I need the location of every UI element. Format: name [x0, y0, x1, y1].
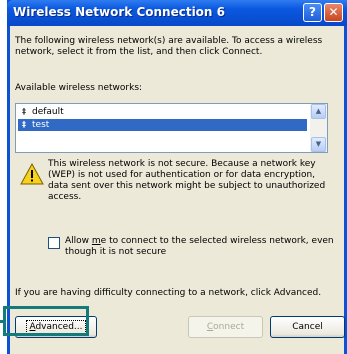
- networks-listbox[interactable]: ‡ default ‡ test ▲ ▼: [15, 103, 328, 153]
- annotation-highlight-box: [3, 306, 89, 336]
- annotation-leader-line: [0, 320, 6, 323]
- difficulty-text: If you are having difficulty connecting …: [15, 288, 322, 298]
- close-button[interactable]: ✕: [324, 3, 343, 22]
- network-item-default[interactable]: ‡ default: [18, 106, 307, 118]
- connect-button-label: Connect: [206, 322, 245, 332]
- allow-insecure-checkbox[interactable]: [48, 237, 60, 249]
- window-title: Wireless Network Connection 6: [13, 5, 225, 19]
- security-warning-text: This wireless network is not secure. Bec…: [48, 159, 326, 202]
- dialog-body: The following wireless network(s) are av…: [10, 26, 345, 354]
- cancel-button[interactable]: Cancel: [270, 316, 345, 338]
- network-name: default: [32, 107, 64, 117]
- scroll-up-icon[interactable]: ▲: [311, 104, 326, 119]
- allow-insecure-label[interactable]: Allow me to connect to the selected wire…: [65, 236, 340, 258]
- connect-button[interactable]: Connect: [188, 316, 263, 338]
- network-item-test[interactable]: ‡ test: [18, 119, 307, 131]
- dialog-window: Wireless Network Connection 6 ? ✕ The fo…: [7, 0, 347, 354]
- available-networks-label: Available wireless networks:: [15, 83, 143, 93]
- scroll-down-icon[interactable]: ▼: [311, 137, 326, 152]
- warning-icon: [20, 163, 44, 185]
- network-name: test: [32, 120, 50, 130]
- intro-text: The following wireless network(s) are av…: [15, 36, 323, 57]
- title-bar[interactable]: Wireless Network Connection 6 ? ✕: [7, 0, 347, 26]
- wireless-signal-icon: ‡: [22, 120, 26, 129]
- wireless-signal-icon: ‡: [22, 107, 26, 116]
- help-button[interactable]: ?: [303, 3, 322, 22]
- listbox-scrollbar[interactable]: ▲ ▼: [310, 104, 327, 152]
